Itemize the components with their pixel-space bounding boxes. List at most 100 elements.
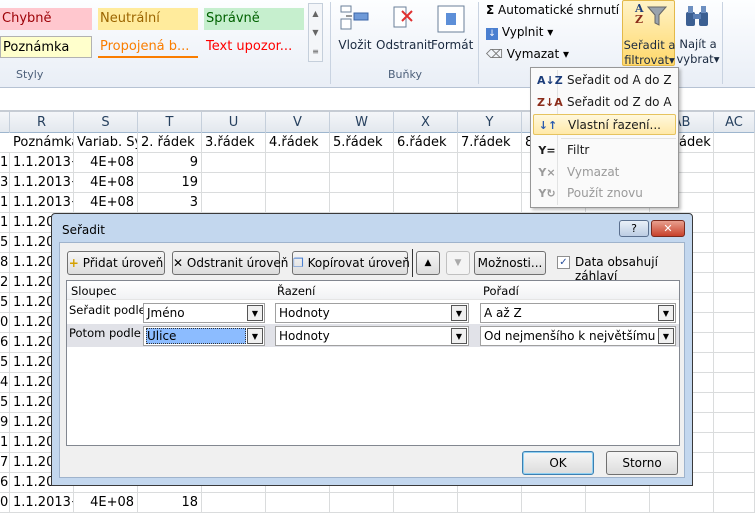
menu-custom-sort[interactable]: ↓↑ Vlastní řazení... — [533, 114, 676, 135]
cell[interactable] — [650, 493, 714, 513]
cell[interactable] — [202, 173, 266, 193]
cell[interactable] — [330, 193, 394, 213]
cell-style-poznamka[interactable]: Poznámka — [0, 36, 92, 58]
cell[interactable] — [458, 493, 522, 513]
cell-row2[interactable]: 19 — [138, 173, 202, 193]
cell[interactable] — [458, 153, 522, 173]
col-header-ac[interactable]: AC — [714, 112, 755, 133]
cell[interactable] — [714, 253, 755, 273]
sort-level-row-selected[interactable]: Potom podle Ulice ▼ Hodnoty ▼ Od nejmenšíh… — [67, 324, 679, 347]
cell[interactable] — [714, 173, 755, 193]
col-header-y[interactable]: Y — [458, 112, 522, 133]
header-cell[interactable] — [714, 133, 755, 153]
cell-var-symbol[interactable]: 4E+08 — [74, 153, 138, 173]
styles-gallery-scroll[interactable]: ▲ ▼ ≡ — [308, 3, 323, 62]
col-header-v[interactable]: V — [266, 112, 330, 133]
sort-on-select[interactable]: Hodnoty ▼ — [275, 303, 469, 323]
cell-var-symbol[interactable]: 4E+08 — [74, 493, 138, 513]
cell-style-neutralni[interactable]: Neutrální — [98, 8, 198, 30]
header-checkbox[interactable]: ✓ — [557, 256, 570, 269]
cell[interactable] — [714, 453, 755, 473]
cell-row2[interactable]: 3 — [138, 193, 202, 213]
column-select[interactable]: Ulice ▼ — [143, 326, 265, 346]
cell-var-symbol[interactable]: 4E+08 — [74, 193, 138, 213]
col-header-u[interactable]: U — [202, 112, 266, 133]
column-select[interactable]: Jméno ▼ — [143, 303, 265, 323]
autosum-button[interactable]: Σ Automatické shrnutí ▾ — [486, 3, 629, 17]
order-select[interactable]: A až Z ▼ — [480, 303, 676, 323]
col-header-w[interactable]: W — [330, 112, 394, 133]
cell[interactable] — [458, 173, 522, 193]
header-cell[interactable]: 4.řádek — [266, 133, 330, 153]
menu-filter[interactable]: Y= Filtr — [533, 140, 676, 161]
cell[interactable] — [330, 173, 394, 193]
cell[interactable] — [202, 493, 266, 513]
cell[interactable] — [714, 233, 755, 253]
move-up-button[interactable]: ▲ — [416, 251, 440, 275]
cell[interactable] — [330, 493, 394, 513]
header-cell[interactable]: Poznámka — [10, 133, 74, 153]
cell[interactable] — [714, 153, 755, 173]
cell-row2[interactable]: 18 — [138, 493, 202, 513]
cell[interactable] — [202, 153, 266, 173]
cell[interactable] — [714, 493, 755, 513]
cell-style-propojena[interactable]: Propojená b... — [98, 36, 198, 58]
cancel-button[interactable]: Storno — [606, 451, 678, 475]
cell[interactable] — [714, 433, 755, 453]
header-cell[interactable]: 7.řádek — [458, 133, 522, 153]
cell-var-symbol[interactable]: 4E+08 — [74, 173, 138, 193]
cell[interactable] — [714, 413, 755, 433]
order-select[interactable]: Od nejmenšího k největšímu ▼ — [480, 326, 676, 346]
fill-button[interactable]: ↓ Vyplnit ▾ — [486, 25, 553, 40]
cell[interactable] — [714, 313, 755, 333]
cell[interactable] — [394, 173, 458, 193]
cell[interactable] — [394, 153, 458, 173]
close-button[interactable]: ✕ — [651, 220, 685, 237]
sort-filter-button[interactable]: AZ Seřadit a filtrovat▾ — [622, 0, 675, 67]
sort-on-select[interactable]: Hodnoty ▼ — [275, 326, 469, 346]
cell-style-chybne[interactable]: Chybně — [0, 8, 92, 30]
cell[interactable] — [522, 493, 586, 513]
cell[interactable] — [714, 333, 755, 353]
delete-level-button[interactable]: ✕ Odstranit úroveň — [172, 251, 288, 275]
col-header-s[interactable]: S — [74, 112, 138, 133]
cell[interactable] — [202, 193, 266, 213]
cell-note[interactable]: 1.1.2013÷1 — [10, 173, 74, 193]
cell[interactable] — [266, 493, 330, 513]
cell-row2[interactable]: 9 — [138, 153, 202, 173]
header-cell[interactable]: 2. řádek — [138, 133, 202, 153]
cell[interactable] — [714, 273, 755, 293]
cell[interactable] — [586, 493, 650, 513]
sort-level-row[interactable]: Seřadit podle Jméno ▼ Hodnoty ▼ A až Z ▼ — [67, 301, 679, 324]
header-cell[interactable]: Variab. Sy — [74, 133, 138, 153]
menu-sort-z-a[interactable]: Z↓A Seřadit od Z do A — [533, 92, 676, 113]
copy-level-button[interactable]: ❐ Kopírovat úroveň — [292, 251, 410, 275]
cell[interactable] — [714, 293, 755, 313]
header-cell[interactable]: 5.řádek — [330, 133, 394, 153]
cell[interactable] — [458, 193, 522, 213]
cell[interactable] — [714, 473, 755, 493]
add-level-button[interactable]: + Přidat úroveň — [67, 251, 165, 275]
find-select-button[interactable]: Najít a vybrat▾ — [676, 0, 720, 66]
cell[interactable] — [714, 213, 755, 233]
cell[interactable] — [394, 493, 458, 513]
options-button[interactable]: Možnosti... — [474, 251, 546, 275]
cell[interactable] — [394, 193, 458, 213]
clear-button[interactable]: ⌫ Vymazat ▾ — [486, 47, 569, 61]
ok-button[interactable]: OK — [522, 451, 594, 475]
header-cell[interactable]: 6.řádek — [394, 133, 458, 153]
cell[interactable] — [714, 193, 755, 213]
cell-note[interactable]: 1.1.2013÷1 — [10, 153, 74, 173]
menu-sort-a-z[interactable]: A↓Z Seřadit od A do Z — [533, 70, 676, 91]
cell[interactable] — [714, 373, 755, 393]
cell[interactable] — [330, 153, 394, 173]
cell[interactable] — [266, 173, 330, 193]
col-header-x[interactable]: X — [394, 112, 458, 133]
cell[interactable] — [714, 393, 755, 413]
help-button[interactable]: ? — [619, 220, 649, 237]
cell[interactable] — [714, 353, 755, 373]
cell[interactable] — [266, 153, 330, 173]
cell-note[interactable]: 1.1.2013÷1 — [10, 193, 74, 213]
cell[interactable] — [266, 193, 330, 213]
cell-style-text-upozor[interactable]: Text upozor... — [204, 36, 304, 58]
